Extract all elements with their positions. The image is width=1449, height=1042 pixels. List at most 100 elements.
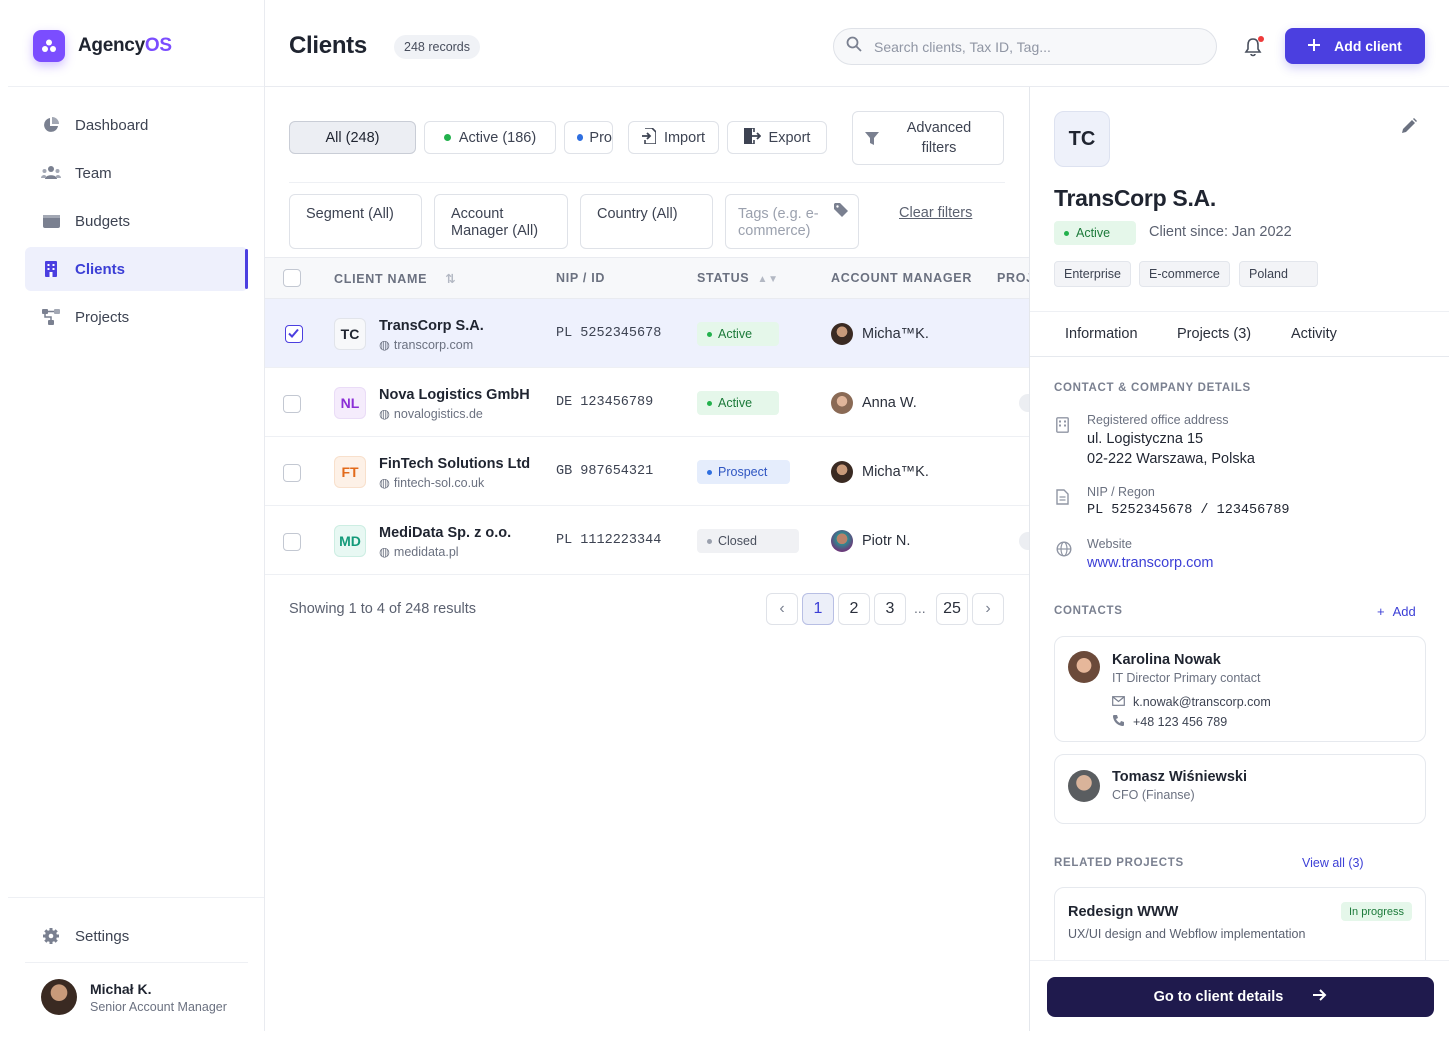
advanced-filters-label: Advanced filters — [906, 120, 972, 156]
table-row[interactable]: MD MediData Sp. z o.o. ◍ medidata.pl PL 1… — [265, 506, 1039, 575]
client-nip: GB 987654321 — [556, 464, 654, 479]
client-site: transcorp.com — [393, 337, 474, 352]
settings-label: Settings — [75, 927, 130, 945]
table-row[interactable]: NL Nova Logistics GmbH ◍ novalogistics.de… — [265, 368, 1039, 437]
import-button[interactable]: Import — [628, 121, 719, 154]
tab-prospect-label: Pro — [589, 129, 612, 146]
row-checkbox[interactable] — [283, 533, 301, 551]
contact-card[interactable]: Tomasz Wiśniewski CFO (Finanse) — [1054, 754, 1426, 824]
sidebar-item-dashboard[interactable]: Dashboard — [25, 103, 248, 147]
wallet-icon — [41, 211, 61, 231]
export-button[interactable]: Export — [727, 121, 827, 154]
status-dot — [443, 134, 451, 141]
contact-card[interactable]: Karolina Nowak IT Director Primary conta… — [1054, 636, 1426, 742]
status-dot — [1064, 230, 1069, 236]
page-button[interactable]: 3 — [874, 593, 906, 625]
tags-filter-input[interactable]: Tags (e.g. e-commerce) — [725, 194, 859, 249]
tab-projects[interactable]: Projects (3) — [1177, 326, 1251, 342]
contact-phone[interactable]: +48 123 456 789 — [1112, 714, 1227, 730]
project-name: Redesign WWW — [1068, 904, 1179, 920]
globe-icon — [1056, 541, 1072, 557]
table-row[interactable]: TC TransCorp S.A. ◍ transcorp.com PL 5252… — [265, 299, 1029, 368]
search-box[interactable] — [833, 28, 1217, 65]
select-all-checkbox[interactable] — [283, 269, 301, 287]
client-website[interactable]: ◍ transcorp.com — [379, 337, 474, 353]
row-checkbox[interactable] — [283, 464, 301, 482]
sidebar-item-team[interactable]: Team — [25, 151, 248, 195]
check-icon — [288, 328, 299, 338]
segment-filter[interactable]: Segment (All) — [289, 194, 422, 249]
status-dot — [707, 538, 712, 544]
notification-dot — [1258, 36, 1264, 42]
settings-section: Settings — [25, 914, 248, 962]
add-contact-button[interactable]: + Add — [1377, 604, 1416, 619]
client-nip: PL 1112223344 — [556, 533, 662, 548]
edit-pencil-icon[interactable] — [1400, 117, 1418, 140]
column-nip[interactable]: NIP / ID — [556, 271, 605, 285]
account-manager: Piotr N. — [831, 530, 910, 552]
account-manager: Anna W. — [831, 392, 917, 414]
column-status[interactable]: STATUS ▲▼ — [697, 271, 779, 285]
prev-page-button[interactable]: ‹ — [766, 593, 798, 625]
tab-activity[interactable]: Activity — [1291, 326, 1337, 342]
tab-all[interactable]: All (248) — [289, 121, 416, 154]
import-icon — [641, 126, 657, 148]
account-manager: Micha™K. — [831, 323, 929, 345]
notification-bell-icon[interactable] — [1243, 36, 1265, 58]
globe-icon: ◍ — [379, 338, 390, 352]
country-filter[interactable]: Country (All) — [580, 194, 713, 249]
sidebar-divider — [8, 897, 264, 898]
contact-email[interactable]: k.nowak@transcorp.com — [1112, 695, 1271, 709]
project-status-badge: In progress — [1341, 902, 1413, 921]
sidebar-item-projects[interactable]: Projects — [25, 295, 248, 339]
user-name: Michał K. — [90, 980, 152, 997]
column-client-name[interactable]: CLIENT NAME ⇅ — [334, 271, 457, 286]
row-checkbox[interactable] — [285, 325, 303, 343]
tab-active[interactable]: Active (186) — [424, 121, 556, 154]
contacts-heading: CONTACTS — [1054, 605, 1123, 617]
sidebar-item-budgets[interactable]: Budgets — [25, 199, 248, 243]
client-name[interactable]: TransCorp S.A. — [379, 318, 484, 334]
brand[interactable]: AgencyOS — [33, 30, 172, 62]
page-button[interactable]: 1 — [802, 593, 834, 625]
column-account-manager[interactable]: ACCOUNT MANAGER — [831, 271, 972, 285]
gear-icon — [41, 926, 61, 946]
page-button[interactable]: 25 — [936, 593, 968, 625]
next-page-button[interactable]: › — [972, 593, 1004, 625]
page-button[interactable]: 2 — [838, 593, 870, 625]
client-website[interactable]: ◍ novalogistics.de — [379, 406, 483, 422]
go-to-client-details-button[interactable]: Go to client details — [1047, 977, 1434, 1017]
client-name[interactable]: MediData Sp. z o.o. — [379, 525, 511, 541]
project-description: UX/UI design and Webflow implementation — [1068, 927, 1306, 941]
export-label: Export — [768, 129, 811, 146]
client-name[interactable]: Nova Logistics GmbH — [379, 387, 530, 403]
brand-logo-icon — [33, 30, 65, 62]
sidebar-item-label: Budgets — [75, 212, 131, 230]
sidebar-item-clients[interactable]: Clients — [25, 247, 248, 291]
advanced-filters-button[interactable]: Advanced filters — [852, 111, 1004, 165]
user-profile[interactable]: Michał K. Senior Account Manager — [41, 979, 227, 1015]
globe-icon: ◍ — [379, 476, 390, 490]
clear-filters-link[interactable]: Clear filters — [899, 205, 972, 221]
website-link[interactable]: www.transcorp.com — [1087, 553, 1214, 573]
client-website[interactable]: ◍ fintech-sol.co.uk — [379, 475, 484, 491]
client-name[interactable]: FinTech Solutions Ltd — [379, 456, 530, 472]
go-label: Go to client details — [1153, 989, 1284, 1005]
sidebar-item-label: Projects — [75, 308, 130, 326]
view-all-projects-link[interactable]: View all (3) — [1302, 856, 1364, 870]
table-header: CLIENT NAME ⇅ NIP / ID STATUS ▲▼ ACCOUNT… — [265, 257, 1033, 299]
tab-prospect[interactable]: Pro — [564, 121, 613, 154]
search-input[interactable] — [874, 38, 1194, 55]
tab-information[interactable]: Information — [1065, 326, 1138, 342]
building-icon — [1056, 417, 1072, 433]
account-manager-filter[interactable]: Account Manager (All) — [434, 194, 568, 249]
row-checkbox[interactable] — [283, 395, 301, 413]
sidebar-item-settings[interactable]: Settings — [25, 914, 248, 958]
table-row[interactable]: FT FinTech Solutions Ltd ◍ fintech-sol.co… — [265, 437, 1029, 506]
column-label: CLIENT NAME — [334, 272, 428, 286]
add-client-button[interactable]: Add client — [1285, 28, 1425, 64]
client-since: Client since: Jan 2022 — [1149, 224, 1292, 240]
avatar — [831, 323, 853, 345]
client-website[interactable]: ◍ medidata.pl — [379, 544, 459, 560]
divider — [1030, 311, 1449, 312]
